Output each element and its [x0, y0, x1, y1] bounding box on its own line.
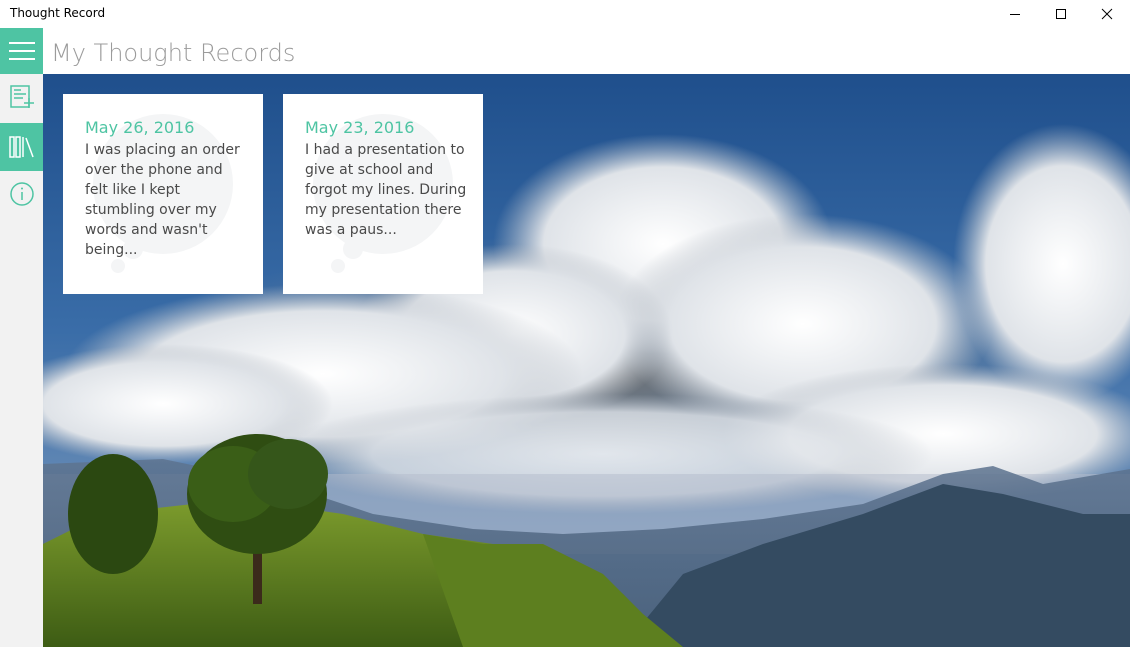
- maximize-button[interactable]: [1038, 0, 1084, 28]
- hamburger-menu-icon: [8, 42, 35, 60]
- record-date: May 26, 2016: [85, 118, 195, 137]
- record-excerpt: I was placing an order over the phone an…: [85, 142, 240, 258]
- title-bar: Thought Record: [0, 0, 1130, 28]
- minimize-button[interactable]: [992, 0, 1038, 28]
- info-icon: [9, 182, 34, 206]
- new-record-icon: [9, 85, 34, 108]
- minimize-icon: [1010, 14, 1020, 15]
- app-title: Thought Record: [10, 6, 106, 20]
- close-button[interactable]: [1084, 0, 1130, 28]
- library-icon: [8, 136, 34, 158]
- page-title: My Thought Records: [51, 39, 296, 67]
- record-date: May 23, 2016: [305, 118, 415, 137]
- navigation-rail: [0, 28, 43, 647]
- nav-item-info[interactable]: [0, 171, 43, 217]
- nav-item-library[interactable]: [0, 123, 43, 171]
- close-icon: [1101, 8, 1113, 20]
- thought-record-card[interactable]: May 23, 2016 I had a presentation to giv…: [283, 94, 483, 294]
- window-controls: [992, 0, 1130, 28]
- maximize-icon: [1056, 9, 1066, 19]
- page-header: My Thought Records: [43, 28, 1130, 74]
- record-excerpt: I had a presentation to give at school a…: [305, 142, 467, 238]
- thought-record-card[interactable]: May 26, 2016 I was placing an order over…: [63, 94, 263, 294]
- nav-item-new-record[interactable]: [0, 74, 43, 120]
- hamburger-menu-button[interactable]: [0, 28, 43, 74]
